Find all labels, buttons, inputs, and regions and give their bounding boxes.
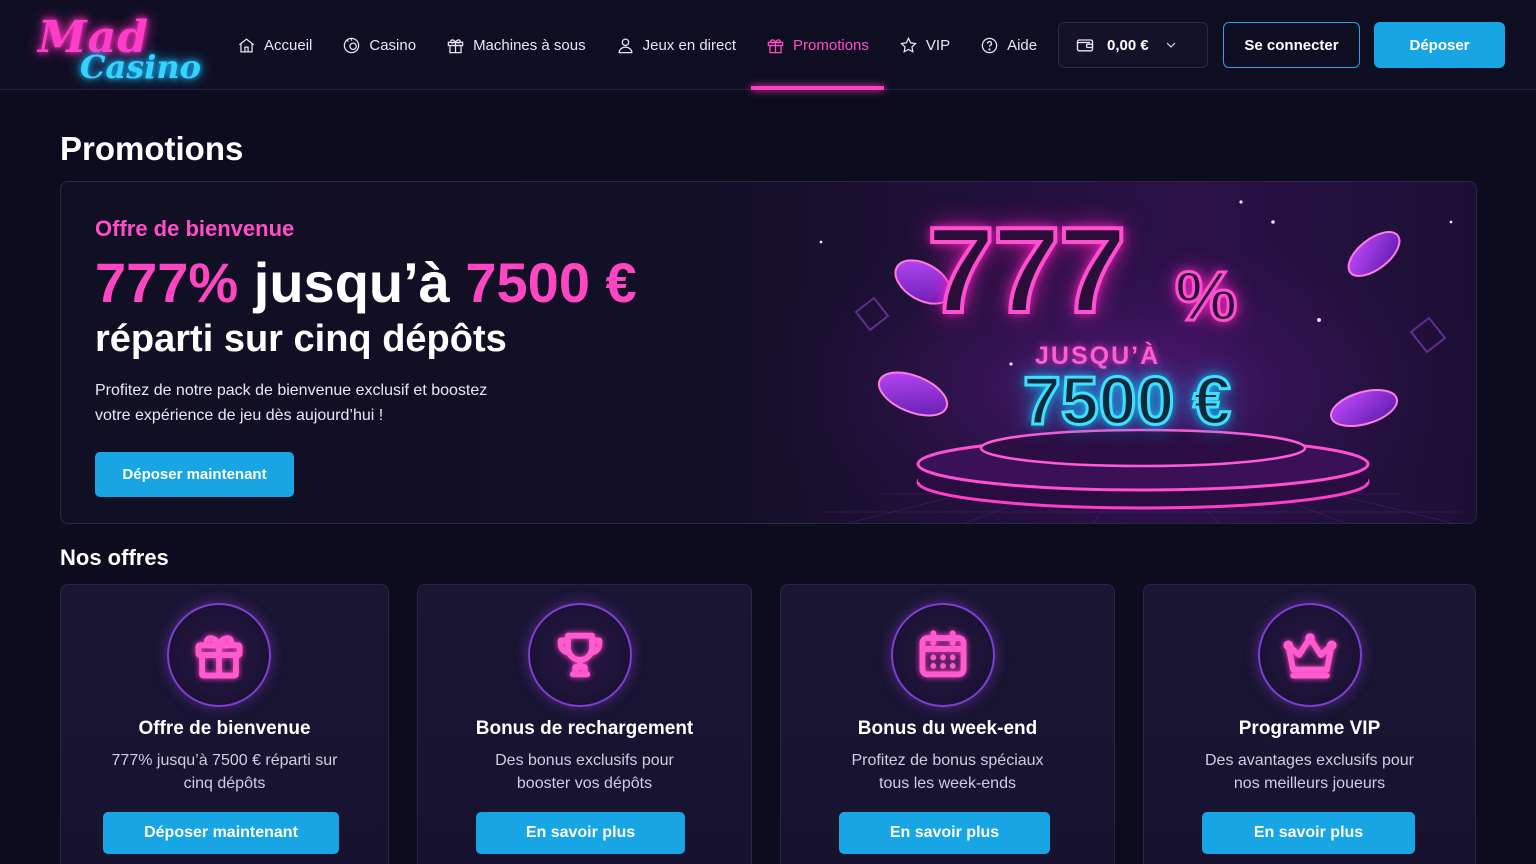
- offer-card-description: Des avantages exclusifs pour nos meilleu…: [1205, 752, 1414, 792]
- hero-deposit-now-button[interactable]: Déposer maintenant: [95, 452, 294, 497]
- neon-777-text: 777: [925, 200, 1129, 340]
- offer-card-description: Profitez de bonus spéciaux tous les week…: [851, 752, 1044, 792]
- nav-label: VIP: [925, 36, 951, 54]
- hero-description: Profitez de notre pack de bienvenue excl…: [95, 382, 488, 424]
- hero-amount: 7500 €: [465, 251, 637, 314]
- offer-icon-badge: [891, 603, 995, 707]
- offer-card-welcome: Offre de bienvenue 777% jusqu’à 7500 € r…: [60, 584, 389, 864]
- nav-label: Aide: [1007, 36, 1038, 54]
- offer-card-learn-more-button[interactable]: En savoir plus: [839, 812, 1050, 854]
- wallet-icon: [1076, 39, 1094, 52]
- nav-item-machines-a-sous[interactable]: Machines à sous: [431, 0, 601, 90]
- offer-card-weekend-bonus: Bonus du week-end Profitez de bonus spéc…: [780, 584, 1115, 864]
- nav-item-jeux-en-direct[interactable]: Jeux en direct: [601, 0, 751, 90]
- nav-item-vip[interactable]: VIP: [884, 0, 965, 90]
- hero-neon-illustration: 777 % JUSQU’À 7500 €: [761, 182, 1476, 523]
- offer-icon-badge: [528, 603, 632, 707]
- neon-amount-text: 7500 €: [1022, 362, 1233, 441]
- nav-label: Machines à sous: [473, 36, 586, 54]
- hero-headline: 777% jusqu’à 7500 €: [95, 250, 637, 315]
- offer-card-vip-program: Programme VIP Des avantages exclusifs po…: [1143, 584, 1476, 864]
- offer-card-learn-more-button[interactable]: En savoir plus: [1202, 812, 1415, 854]
- gift-icon: [447, 38, 464, 53]
- help-icon: [981, 37, 998, 53]
- home-icon: [238, 37, 255, 52]
- offer-card-description: 777% jusqu’à 7500 € réparti sur cinq dép…: [111, 752, 338, 792]
- main-nav: Accueil Casino Machines à sous Jeux en d…: [222, 0, 1052, 90]
- nav-item-casino[interactable]: Casino: [327, 0, 431, 90]
- offer-card-description: Des bonus exclusifs pour booster vos dép…: [495, 752, 674, 792]
- hero-subheadline: réparti sur cinq dépôts: [95, 318, 507, 360]
- balance-value: 0,00 €: [1107, 36, 1149, 54]
- offer-card-reload-bonus: Bonus de rechargement Des bonus exclusif…: [417, 584, 752, 864]
- offer-card-title: Bonus de rechargement: [475, 718, 694, 739]
- offer-icon-badge: [1258, 603, 1362, 707]
- offer-card-title: Offre de bienvenue: [138, 718, 311, 739]
- calendar-icon: [919, 630, 967, 678]
- chevron-down-icon: [1166, 42, 1176, 48]
- offer-card-title: Programme VIP: [1238, 718, 1381, 739]
- hero-eyebrow: Offre de bienvenue: [95, 216, 295, 241]
- logo-text-casino: Casino: [80, 48, 201, 86]
- offer-card-deposit-now-button[interactable]: Déposer maintenant: [103, 812, 339, 854]
- top-header: Mad Casino Accueil Casino Machines à sou…: [0, 0, 1536, 90]
- star-icon: [900, 36, 917, 53]
- nav-item-promotions[interactable]: Promotions: [751, 0, 884, 90]
- nav-label: Jeux en direct: [642, 36, 737, 54]
- neon-percent-sign: %: [1173, 256, 1238, 337]
- user-icon: [618, 38, 633, 53]
- trophy-icon: [557, 632, 603, 678]
- crown-icon: [1283, 633, 1337, 679]
- nav-label: Accueil: [264, 36, 313, 54]
- nav-label: Promotions: [793, 36, 869, 54]
- deposit-button[interactable]: Déposer: [1374, 22, 1505, 68]
- brand-logo[interactable]: Mad Casino: [34, 10, 201, 86]
- offer-card-learn-more-button[interactable]: En savoir plus: [476, 812, 685, 854]
- hero-up-to: jusqu’à: [238, 251, 466, 314]
- offer-card-title: Bonus du week-end: [857, 718, 1038, 739]
- casino-chip-icon: [344, 37, 360, 53]
- gift-icon: [767, 38, 784, 53]
- offers-section-title: Nos offres: [60, 545, 169, 570]
- offer-icon-badge: [167, 603, 271, 707]
- nav-label: Casino: [369, 36, 417, 54]
- nav-item-aide[interactable]: Aide: [965, 0, 1052, 90]
- gift-icon: [195, 635, 243, 679]
- wallet-balance-dropdown[interactable]: 0,00 €: [1058, 22, 1208, 68]
- welcome-offer-banner: Offre de bienvenue 777% jusqu’à 7500 € r…: [60, 181, 1477, 524]
- page-title: Promotions: [60, 130, 244, 167]
- nav-item-accueil[interactable]: Accueil: [222, 0, 327, 90]
- hero-percent: 777%: [95, 251, 239, 314]
- login-button[interactable]: Se connecter: [1223, 22, 1360, 68]
